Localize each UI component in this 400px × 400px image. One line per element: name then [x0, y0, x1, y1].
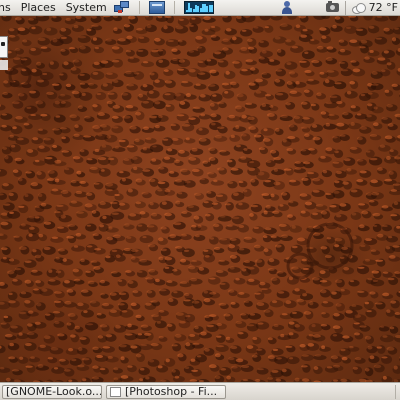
system-tray: 72 °F [325, 0, 400, 15]
desktop-file-icon[interactable] [0, 36, 10, 74]
menu-places[interactable]: Places [16, 0, 61, 16]
panel-handle [395, 384, 400, 399]
panel-separator [173, 1, 175, 14]
panel-separator [344, 0, 346, 15]
camera-icon[interactable] [325, 1, 339, 12]
weather-applet[interactable]: 72 °F [351, 1, 400, 14]
system-monitor-icon[interactable] [183, 1, 214, 14]
window-icon [110, 386, 121, 397]
menu-system[interactable]: System [61, 0, 112, 16]
network-icon[interactable] [113, 1, 130, 14]
window-launcher-icon[interactable] [148, 1, 165, 14]
wallpaper-terrain [0, 16, 400, 382]
task-label: [GNOME-Look.o... [6, 384, 102, 398]
task-label: [Photoshop - Fi... [125, 384, 218, 398]
taskbar-button-gnome-look[interactable]: [GNOME-Look.o... [2, 384, 102, 399]
taskbar-button-photoshop[interactable]: [Photoshop - Fi... [106, 384, 226, 399]
bottom-panel: [GNOME-Look.o... [Photoshop - Fi... [0, 382, 400, 400]
menu-applications[interactable]: ns [0, 0, 16, 16]
weather-temperature: 72 °F [368, 1, 398, 14]
user-icon[interactable] [280, 1, 294, 14]
cloud-icon [351, 3, 366, 14]
top-panel: ns Places System 72 °F [0, 0, 400, 16]
desktop[interactable] [0, 16, 400, 382]
panel-separator [138, 1, 140, 14]
